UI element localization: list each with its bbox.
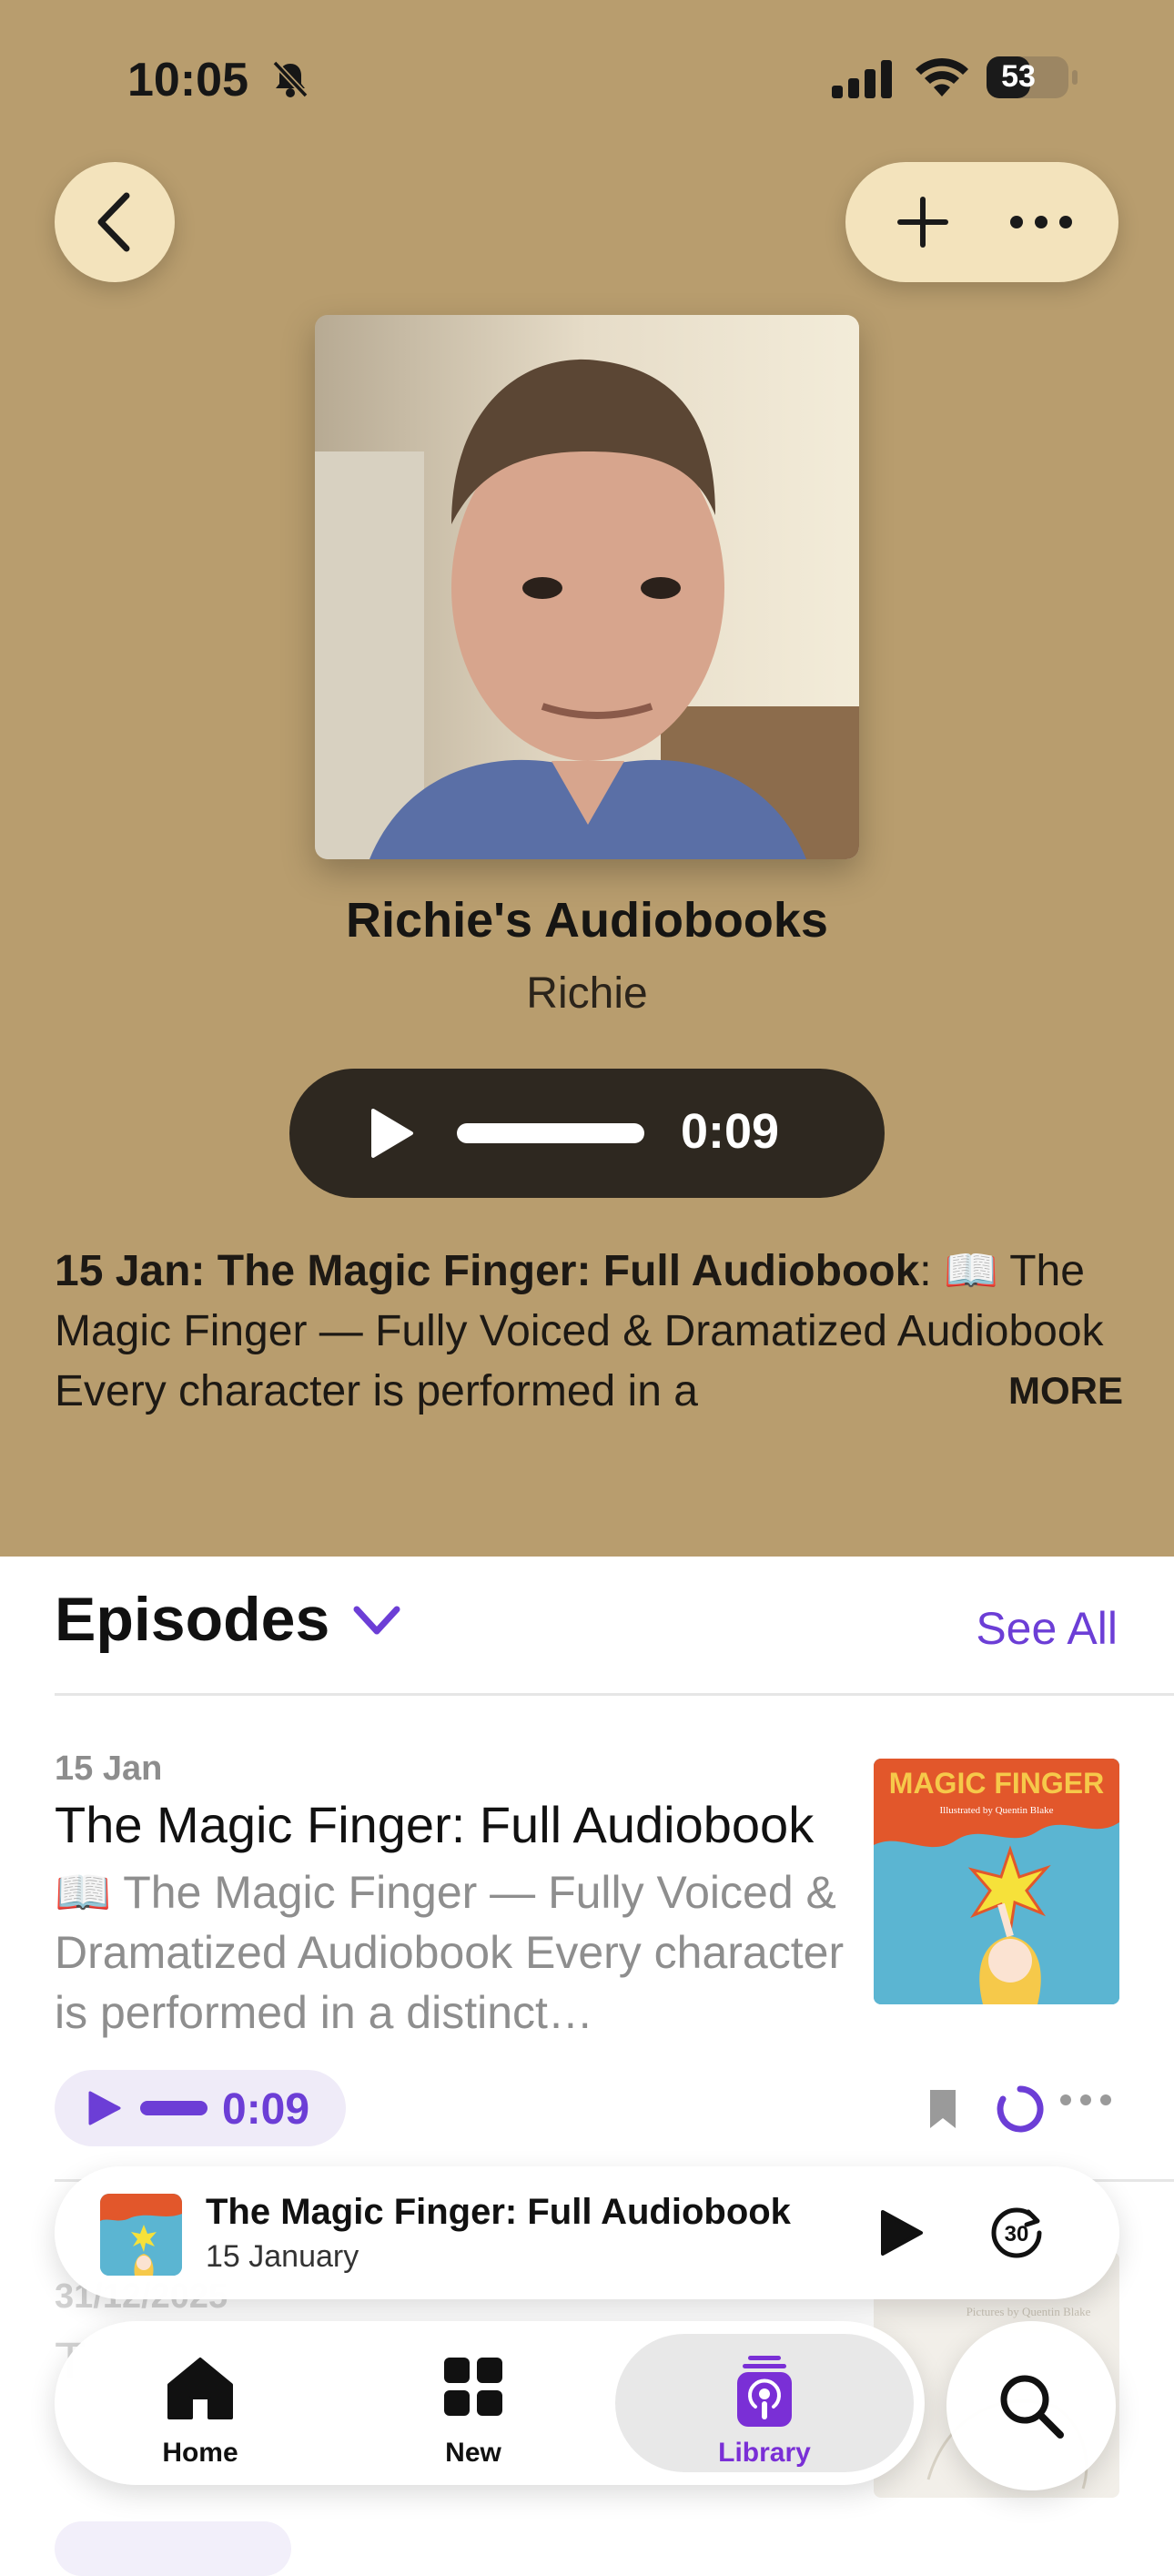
tab-new-label: New: [445, 2438, 501, 2468]
mini-player-title: The Magic Finger: Full Audiobook: [206, 2192, 791, 2232]
download-progress-icon[interactable]: [996, 2084, 1045, 2134]
tab-library-label: Library: [718, 2438, 811, 2468]
more-options-button[interactable]: [991, 162, 1091, 282]
wifi-icon: [916, 57, 968, 96]
bookmark-icon[interactable]: [926, 2088, 959, 2130]
progress-bar: [457, 1123, 644, 1143]
battery-indicator: 53: [987, 56, 1078, 98]
battery-percent: 53: [1001, 59, 1036, 94]
episode-description[interactable]: 15 Jan: The Magic Finger: Full Audiobook…: [55, 1242, 1128, 1422]
silent-bell-icon: [272, 60, 309, 98]
skip-seconds-label: 30: [1005, 2222, 1029, 2246]
chevron-down-icon[interactable]: [351, 1602, 402, 1638]
ellipsis-icon[interactable]: [1059, 2094, 1112, 2106]
play-icon: [371, 1109, 413, 1158]
header-actions: [845, 162, 1118, 282]
chevron-left-icon: [97, 192, 130, 252]
episode-date: 15 Jan: [55, 1749, 163, 1788]
episode-summary: 📖 The Magic Finger — Fully Voiced & Dram…: [55, 1867, 845, 2038]
remaining-time: 0:09: [681, 1104, 780, 1159]
ellipsis-icon: [1010, 216, 1072, 228]
episode-progress-bar: [140, 2101, 207, 2115]
book-title-text: MAGIC FINGER: [889, 1767, 1104, 1800]
play-icon[interactable]: [877, 2208, 925, 2257]
play-icon: [88, 2091, 121, 2125]
episode-artwork: MAGIC FINGER Illustrated by Quentin Blak…: [874, 1759, 1119, 2004]
tab-home-label: Home: [162, 2438, 238, 2468]
book-credit-text: Pictures by Quentin Blake: [967, 2305, 1091, 2318]
mini-player[interactable]: The Magic Finger: Full Audiobook 15 Janu…: [55, 2166, 1119, 2299]
tab-bar: Home New Library: [55, 2321, 925, 2485]
back-button[interactable]: [55, 162, 175, 282]
cellular-signal-icon: [832, 60, 892, 98]
show-artwork: [315, 315, 859, 859]
skip-forward-30-icon[interactable]: 30: [987, 2203, 1047, 2263]
show-header: 10:05 53 Richie's Audiobooks Richie 0:09…: [0, 0, 1174, 1557]
mini-player-date: 15 January: [206, 2239, 359, 2274]
follow-button[interactable]: [873, 162, 973, 282]
episode-play-button[interactable]: 0:09: [55, 2070, 346, 2146]
show-author-link[interactable]: Richie: [0, 969, 1174, 1019]
tab-new[interactable]: New: [400, 2321, 546, 2485]
description-heading: 15 Jan: The Magic Finger: Full Audiobook: [55, 1247, 920, 1295]
episode-title: The Magic Finger: Full Audiobook: [55, 1796, 815, 1853]
tab-library[interactable]: Library: [615, 2321, 914, 2485]
library-podcast-icon: [737, 2356, 792, 2427]
search-button[interactable]: [946, 2321, 1116, 2490]
episode-remaining-time: 0:09: [222, 2085, 310, 2134]
divider: [55, 1693, 1174, 1696]
grid-icon: [444, 2358, 502, 2416]
plus-icon: [897, 197, 948, 248]
resume-play-button[interactable]: 0:09: [289, 1069, 885, 1198]
home-icon: [167, 2358, 233, 2419]
see-all-link[interactable]: See All: [976, 1602, 1118, 1655]
mini-player-artwork: [100, 2194, 182, 2276]
status-time: 10:05: [127, 54, 248, 106]
book-illustrator-text: Illustrated by Quentin Blake: [940, 1805, 1054, 1816]
show-title: Richie's Audiobooks: [346, 893, 828, 948]
episodes-heading[interactable]: Episodes: [55, 1584, 329, 1655]
tab-home[interactable]: Home: [127, 2321, 273, 2485]
episode-play-button[interactable]: [55, 2521, 291, 2576]
more-button[interactable]: MORE: [1001, 1369, 1123, 1413]
search-icon: [1000, 2375, 1064, 2439]
